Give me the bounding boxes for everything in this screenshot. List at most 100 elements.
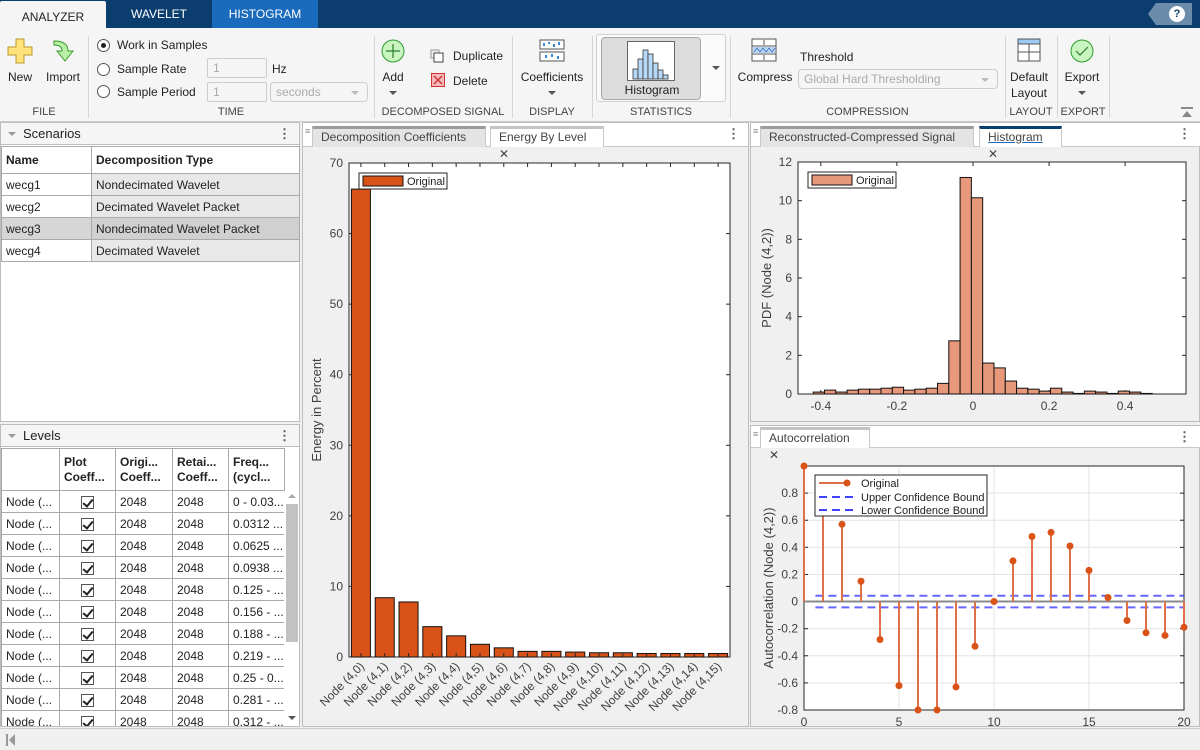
scenario-row[interactable]: wecg3 Nondecimated Wavelet Packet <box>1 217 300 240</box>
collapse-arrow-icon[interactable] <box>8 434 16 438</box>
new-button[interactable]: New <box>4 36 36 88</box>
node-cell[interactable]: Node (... <box>1 600 60 623</box>
tab-histogram-plot[interactable]: Histogram ✕ <box>979 126 1062 161</box>
plot-coefficients-checkbox[interactable] <box>81 561 94 575</box>
more-options-icon[interactable]: ⋮ <box>278 126 291 142</box>
scenario-name[interactable]: wecg2 <box>1 195 92 218</box>
scroll-down-icon[interactable] <box>288 716 296 720</box>
level-row[interactable]: Node (... 2048 2048 0.0625 ... <box>1 534 285 557</box>
histogram-button[interactable]: Histogram <box>601 37 701 100</box>
plot-coefficients-checkbox[interactable] <box>81 583 94 597</box>
more-options-icon[interactable]: ⋮ <box>1178 126 1191 142</box>
column-header[interactable] <box>1 448 60 491</box>
node-cell[interactable]: Node (... <box>1 556 60 579</box>
node-cell[interactable]: Node (... <box>1 578 60 601</box>
column-header[interactable]: Freq... (cycl... <box>228 448 285 491</box>
coefficients-button[interactable]: Coefficients <box>516 36 588 98</box>
tab-autocorrelation[interactable]: Autocorrelation ✕ <box>760 427 870 462</box>
export-button[interactable]: Export <box>1060 36 1104 98</box>
more-options-icon[interactable]: ⋮ <box>1178 429 1191 445</box>
compress-button[interactable]: Compress <box>736 36 794 88</box>
node-cell[interactable]: Node (... <box>1 666 60 689</box>
plot-coefficients-checkbox[interactable] <box>81 539 94 553</box>
scenario-type[interactable]: Nondecimated Wavelet <box>91 173 300 196</box>
histogram-bin <box>824 389 837 395</box>
sample-period-input[interactable]: 1 <box>207 82 267 102</box>
level-row[interactable]: Node (... 2048 2048 0.312 - ... <box>1 710 285 726</box>
plot-coefficients-checkbox[interactable] <box>81 649 94 663</box>
retained-coefficients-cell: 2048 <box>172 710 229 726</box>
level-row[interactable]: Node (... 2048 2048 0.25 - 0... <box>1 666 285 689</box>
scenario-row[interactable]: wecg4 Decimated Wavelet <box>1 239 300 262</box>
plot-coefficients-checkbox[interactable] <box>81 715 94 726</box>
drag-handle-icon[interactable]: ≡ <box>753 429 758 439</box>
tab-histogram[interactable]: HISTOGRAM <box>212 0 318 28</box>
scenario-type[interactable]: Decimated Wavelet Packet <box>91 195 300 218</box>
collapse-left-icon[interactable] <box>6 734 16 746</box>
column-header[interactable]: Origi... Coeff... <box>115 448 173 491</box>
scenario-row[interactable]: wecg2 Decimated Wavelet Packet <box>1 195 300 218</box>
x-tick-label: 0 <box>970 399 977 413</box>
plot-coefficients-checkbox[interactable] <box>81 671 94 685</box>
scrollbar-thumb[interactable] <box>286 504 298 642</box>
level-row[interactable]: Node (... 2048 2048 0.188 - ... <box>1 622 285 645</box>
duplicate-button[interactable]: Duplicate <box>430 48 510 66</box>
node-cell[interactable]: Node (... <box>1 512 60 535</box>
plot-coefficients-checkbox[interactable] <box>81 693 94 707</box>
plot-coefficients-checkbox[interactable] <box>81 627 94 641</box>
import-button[interactable]: Import <box>42 36 84 88</box>
tab-energy-by-level[interactable]: Energy By Level ✕ <box>490 126 604 161</box>
sample-rate-radio[interactable] <box>97 63 110 76</box>
collapse-arrow-icon[interactable] <box>8 132 16 136</box>
scenario-name[interactable]: wecg1 <box>1 173 92 196</box>
level-row[interactable]: Node (... 2048 2048 0.0938 ... <box>1 556 285 579</box>
node-cell[interactable]: Node (... <box>1 622 60 645</box>
drag-handle-icon[interactable]: ≡ <box>305 126 310 136</box>
level-row[interactable]: Node (... 2048 2048 0.281 - ... <box>1 688 285 711</box>
level-row[interactable]: Node (... 2048 2048 0.0312 ... <box>1 512 285 535</box>
more-options-icon[interactable]: ⋮ <box>278 428 291 444</box>
tab-decomposition-coefficients[interactable]: Decomposition Coefficients <box>312 126 486 147</box>
column-header-decomposition-type[interactable]: Decomposition Type <box>91 146 300 174</box>
scenario-name[interactable]: wecg4 <box>1 239 92 262</box>
column-header[interactable]: Retai... Coeff... <box>172 448 229 491</box>
plot-coefficients-checkbox[interactable] <box>81 517 94 531</box>
help-button[interactable]: ? <box>1148 3 1192 25</box>
threshold-select[interactable]: Global Hard Thresholding <box>798 69 998 89</box>
scenario-type[interactable]: Nondecimated Wavelet Packet <box>91 217 300 240</box>
scenario-type[interactable]: Decimated Wavelet <box>91 239 300 262</box>
collapse-toolstrip-button[interactable] <box>1180 106 1194 118</box>
plot-coefficients-checkbox[interactable] <box>81 605 94 619</box>
node-cell[interactable]: Node (... <box>1 490 60 513</box>
tab-analyzer[interactable]: ANALYZER <box>0 1 106 28</box>
tab-wavelet[interactable]: WAVELET <box>106 0 212 28</box>
more-options-icon[interactable]: ⋮ <box>727 126 740 142</box>
histogram-bin <box>1117 390 1131 395</box>
node-cell[interactable]: Node (... <box>1 710 60 726</box>
level-row[interactable]: Node (... 2048 2048 0 - 0.03... <box>1 490 285 513</box>
drag-handle-icon[interactable]: ≡ <box>753 126 758 136</box>
levels-scrollbar[interactable] <box>284 491 299 726</box>
node-cell[interactable]: Node (... <box>1 534 60 557</box>
level-row[interactable]: Node (... 2048 2048 0.156 - ... <box>1 600 285 623</box>
scroll-up-icon[interactable] <box>288 494 296 498</box>
sample-rate-input[interactable]: 1 <box>207 58 267 78</box>
level-row[interactable]: Node (... 2048 2048 0.219 - ... <box>1 644 285 667</box>
plot-coefficients-checkbox[interactable] <box>81 495 94 509</box>
sample-period-radio[interactable] <box>97 85 110 98</box>
node-cell[interactable]: Node (... <box>1 644 60 667</box>
scenario-row[interactable]: wecg1 Nondecimated Wavelet <box>1 173 300 196</box>
delete-button[interactable]: Delete <box>430 72 510 90</box>
node-cell[interactable]: Node (... <box>1 688 60 711</box>
column-header[interactable]: Plot Coeff... <box>59 448 116 491</box>
default-layout-button[interactable]: Default Layout <box>1006 36 1052 102</box>
sample-period-unit-select[interactable]: seconds <box>270 82 368 102</box>
add-button[interactable]: Add <box>378 36 408 98</box>
work-in-samples-radio[interactable] <box>97 39 110 52</box>
column-header-name[interactable]: Name <box>1 146 92 174</box>
scenario-name[interactable]: wecg3 <box>1 217 92 240</box>
statistics-gallery-expand[interactable] <box>706 37 726 100</box>
tab-reconstructed-compressed-signal[interactable]: Reconstructed-Compressed Signal <box>760 126 974 147</box>
level-row[interactable]: Node (... 2048 2048 0.125 - ... <box>1 578 285 601</box>
chevron-down-icon <box>389 91 397 95</box>
